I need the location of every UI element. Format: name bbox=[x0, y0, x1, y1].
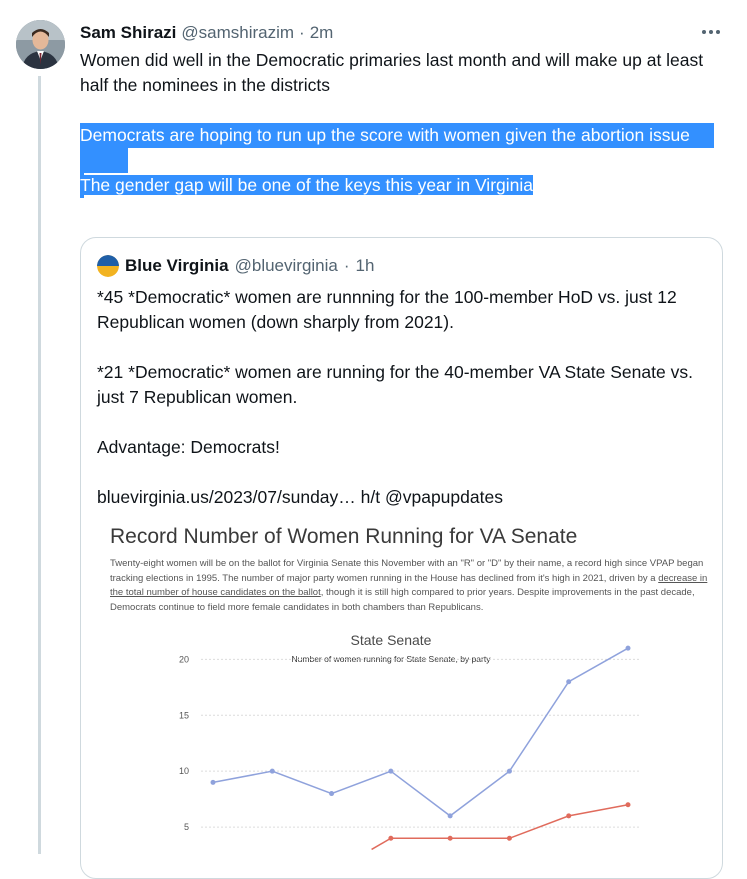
avatar[interactable] bbox=[16, 20, 65, 69]
separator: · bbox=[299, 23, 305, 42]
data-point bbox=[329, 791, 335, 797]
tweet-paragraph-highlighted: The gender gap will be one of the keys t… bbox=[80, 175, 534, 195]
series-line bbox=[212, 647, 629, 817]
quote-author-handle[interactable]: @bluevirginia bbox=[235, 256, 338, 276]
data-point bbox=[625, 802, 631, 808]
description-text: Twenty-eight women will be on the ballot… bbox=[110, 558, 704, 584]
profile-photo bbox=[16, 20, 65, 69]
data-point bbox=[269, 768, 275, 774]
line-chart: State SenateNumber of women running for … bbox=[179, 632, 641, 851]
data-point bbox=[566, 679, 572, 685]
tweet-paragraph: Women did well in the Democratic primari… bbox=[80, 50, 704, 95]
tweet-paragraph-highlighted: Democrats are hoping to run up the score… bbox=[80, 125, 690, 145]
quoted-tweet[interactable]: Blue Virginia @bluevirginia · 1h *45 *De… bbox=[80, 237, 723, 879]
data-point bbox=[210, 779, 216, 785]
y-tick-label: 10 bbox=[179, 766, 189, 776]
quote-paragraph: *45 *Democratic* women are runnning for … bbox=[97, 287, 677, 332]
y-tick-label: 20 bbox=[179, 654, 189, 664]
data-point bbox=[625, 645, 631, 651]
tweet-header: Sam Shirazi @samshirazim · 2m bbox=[80, 23, 333, 43]
data-point bbox=[388, 768, 394, 774]
quote-link-paragraph[interactable]: bluevirginia.us/2023/07/sunday… h/t @vpa… bbox=[97, 485, 707, 510]
quote-text: *45 *Democratic* women are runnning for … bbox=[97, 285, 707, 535]
quote-avatar[interactable] bbox=[97, 255, 119, 277]
quote-paragraph: Advantage: Democrats! bbox=[97, 437, 280, 457]
quote-header: Blue Virginia @bluevirginia · 1h bbox=[97, 255, 374, 277]
separator: · bbox=[343, 256, 350, 275]
more-icon bbox=[702, 30, 720, 34]
data-point bbox=[447, 835, 453, 841]
data-point bbox=[447, 813, 453, 819]
data-point bbox=[506, 768, 512, 774]
tweet-text: Women did well in the Democratic primari… bbox=[80, 48, 720, 198]
data-point bbox=[506, 835, 512, 841]
chart-title: State Senate bbox=[351, 632, 432, 648]
quote-image[interactable]: Record Number of Women Running for VA Se… bbox=[96, 517, 721, 877]
data-point bbox=[566, 813, 572, 819]
y-tick-label: 5 bbox=[184, 822, 189, 832]
more-options-button[interactable] bbox=[699, 22, 723, 42]
data-point bbox=[388, 835, 394, 841]
author-name[interactable]: Sam Shirazi bbox=[80, 23, 176, 43]
quote-paragraph: *21 *Democratic* women are running for t… bbox=[97, 362, 693, 407]
quote-author-name[interactable]: Blue Virginia bbox=[125, 256, 229, 276]
blue-virginia-logo-icon bbox=[97, 255, 119, 277]
quote-timestamp[interactable]: 1h bbox=[356, 256, 375, 276]
image-description: Twenty-eight women will be on the ballot… bbox=[110, 557, 710, 615]
image-title: Record Number of Women Running for VA Se… bbox=[110, 525, 578, 548]
y-tick-label: 15 bbox=[179, 710, 189, 720]
author-handle[interactable]: @samshirazim bbox=[181, 23, 294, 43]
timestamp[interactable]: 2m bbox=[310, 23, 334, 43]
thread-line bbox=[38, 76, 41, 854]
